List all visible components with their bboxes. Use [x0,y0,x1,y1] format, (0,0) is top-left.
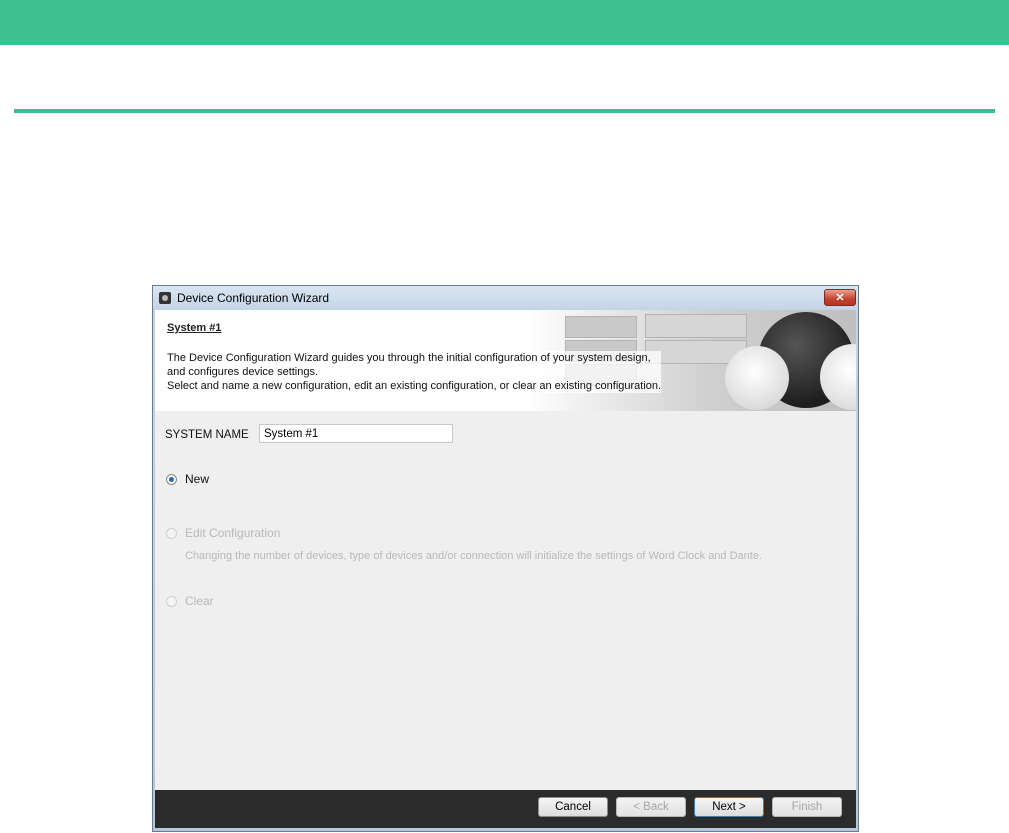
description-line: Select and name a new configuration, edi… [167,379,662,393]
wizard-footer: Cancel < Back Next > Finish [155,790,856,828]
back-button: < Back [616,797,686,817]
header-panel: System #1 The Device Configuration Wizar… [155,310,856,411]
system-name-label: SYSTEM NAME [165,429,249,441]
section-divider [14,109,995,113]
finish-button: Finish [772,797,842,817]
description-line: The Device Configuration Wizard guides y… [167,351,662,365]
system-name-input[interactable] [259,424,453,443]
close-button[interactable]: ✕ [824,289,856,306]
next-button[interactable]: Next > [694,797,764,817]
edit-configuration-note: Changing the number of devices, type of … [185,550,763,562]
radio-clear [166,596,177,607]
radio-edit-configuration [166,528,177,539]
cancel-button[interactable]: Cancel [538,797,608,817]
radio-edit-configuration-label: Edit Configuration [185,526,281,540]
wizard-window: Device Configuration Wizard ✕ System #1 … [152,285,859,832]
top-accent-band [0,0,1009,45]
wizard-description: The Device Configuration Wizard guides y… [167,351,662,393]
wizard-content: System #1 The Device Configuration Wizar… [155,310,856,790]
radio-clear-label: Clear [185,594,214,608]
window-titlebar[interactable]: Device Configuration Wizard ✕ [153,286,858,310]
radio-new-label[interactable]: New [185,472,209,486]
page-title: System #1 [167,322,222,334]
description-line: and configures device settings. [167,365,662,379]
app-icon [159,292,171,304]
window-title: Device Configuration Wizard [177,291,330,305]
radio-new[interactable] [166,474,177,485]
